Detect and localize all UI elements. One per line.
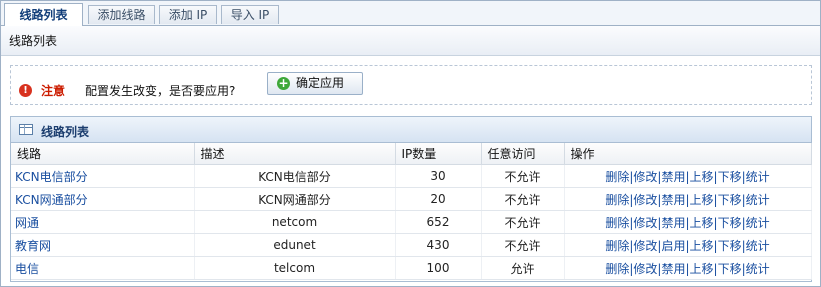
- description-cell: KCN网通部分: [194, 187, 396, 211]
- delete-link[interactable]: 删除: [605, 193, 629, 207]
- description-cell: edunet: [194, 233, 396, 257]
- panel-header: 线路列表: [11, 117, 811, 143]
- toggle-link[interactable]: 禁用: [661, 216, 685, 230]
- toggle-link[interactable]: 禁用: [661, 193, 685, 207]
- move-down-link[interactable]: 下移: [718, 170, 742, 184]
- description-cell: KCN电信部分: [194, 164, 396, 188]
- line-name-cell: KCN电信部分: [11, 164, 195, 188]
- table-row: 电信 telcom 100 允许 删除|修改|禁用|上移|下移|统计: [11, 256, 812, 280]
- tab-import-ip[interactable]: 导入 IP: [221, 5, 279, 24]
- any-access-cell: 不允许: [481, 233, 565, 257]
- page-title: 线路列表: [1, 26, 820, 56]
- table-row: KCN网通部分 KCN网通部分 20 不允许 删除|修改|禁用|上移|下移|统计: [11, 187, 812, 211]
- line-name-link[interactable]: 网通: [15, 216, 39, 230]
- table-header-row: 线路 描述 IP数量 任意访问 操作: [11, 143, 812, 165]
- move-up-link[interactable]: 上移: [690, 216, 714, 230]
- move-down-link[interactable]: 下移: [718, 216, 742, 230]
- move-up-link[interactable]: 上移: [690, 193, 714, 207]
- content-frame: 线路列表 添加线路 添加 IP 导入 IP 线路列表 ! 注意 配置发生改变，是…: [0, 0, 821, 287]
- move-up-link[interactable]: 上移: [690, 262, 714, 276]
- edit-link[interactable]: 修改: [633, 216, 657, 230]
- line-name-cell: 教育网: [11, 233, 195, 257]
- ip-count-cell: 430: [395, 233, 482, 257]
- config-change-notice: ! 注意 配置发生改变，是否要应用? + 确定应用: [10, 65, 812, 105]
- stats-link[interactable]: 统计: [746, 216, 770, 230]
- ip-count-cell: 30: [395, 164, 482, 188]
- apply-config-button[interactable]: + 确定应用: [267, 72, 363, 95]
- toggle-link[interactable]: 启用: [661, 239, 685, 253]
- edit-link[interactable]: 修改: [633, 239, 657, 253]
- toggle-link[interactable]: 禁用: [661, 262, 685, 276]
- line-name-link[interactable]: 教育网: [15, 239, 51, 253]
- ip-count-cell: 20: [395, 187, 482, 211]
- line-table: 线路 描述 IP数量 任意访问 操作 KCN电信部分 KCN电信部分 30 不允许 删除…: [11, 143, 812, 280]
- table-row: 教育网 edunet 430 不允许 删除|修改|启用|上移|下移|统计: [11, 233, 812, 257]
- column-header-line: 线路: [11, 143, 195, 165]
- column-header-ip-count: IP数量: [395, 143, 482, 165]
- edit-link[interactable]: 修改: [633, 262, 657, 276]
- line-list-panel: 线路列表 线路 描述 IP数量 任意访问 操作 KCN电信部分 KCN电信部分 30…: [10, 116, 812, 282]
- stats-link[interactable]: 统计: [746, 262, 770, 276]
- actions-cell: 删除|修改|禁用|上移|下移|统计: [564, 256, 812, 280]
- actions-cell: 删除|修改|禁用|上移|下移|统计: [564, 187, 812, 211]
- table-row: 网通 netcom 652 不允许 删除|修改|禁用|上移|下移|统计: [11, 210, 812, 234]
- description-cell: telcom: [194, 256, 396, 280]
- apply-button-label: 确定应用: [296, 76, 345, 90]
- actions-cell: 删除|修改|禁用|上移|下移|统计: [564, 210, 812, 234]
- ip-count-cell: 100: [395, 256, 482, 280]
- notice-label: 注意: [41, 84, 66, 98]
- tab-add-line[interactable]: 添加线路: [88, 5, 155, 24]
- actions-cell: 删除|修改|禁用|上移|下移|统计: [564, 164, 812, 188]
- move-down-link[interactable]: 下移: [718, 239, 742, 253]
- tab-line-list[interactable]: 线路列表: [4, 3, 83, 26]
- plus-icon: +: [277, 76, 290, 90]
- any-access-cell: 不允许: [481, 187, 565, 211]
- any-access-cell: 不允许: [481, 164, 565, 188]
- any-access-cell: 允许: [481, 256, 565, 280]
- line-name-link[interactable]: KCN网通部分: [15, 193, 88, 207]
- column-header-description: 描述: [194, 143, 396, 165]
- move-up-link[interactable]: 上移: [690, 239, 714, 253]
- delete-link[interactable]: 删除: [605, 216, 629, 230]
- stats-link[interactable]: 统计: [746, 193, 770, 207]
- delete-link[interactable]: 删除: [605, 239, 629, 253]
- delete-link[interactable]: 删除: [605, 262, 629, 276]
- panel-title: 线路列表: [41, 125, 90, 139]
- edit-link[interactable]: 修改: [633, 193, 657, 207]
- stats-link[interactable]: 统计: [746, 170, 770, 184]
- line-name-link[interactable]: 电信: [15, 262, 39, 276]
- notice-message: 配置发生改变，是否要应用?: [85, 84, 236, 98]
- any-access-cell: 不允许: [481, 210, 565, 234]
- line-name-cell: 网通: [11, 210, 195, 234]
- warning-icon: !: [19, 84, 32, 97]
- table-row: KCN电信部分 KCN电信部分 30 不允许 删除|修改|禁用|上移|下移|统计: [11, 164, 812, 188]
- tab-add-ip[interactable]: 添加 IP: [159, 5, 217, 24]
- description-cell: netcom: [194, 210, 396, 234]
- toggle-link[interactable]: 禁用: [661, 170, 685, 184]
- tab-bar: 线路列表 添加线路 添加 IP 导入 IP: [1, 1, 820, 26]
- move-down-link[interactable]: 下移: [718, 262, 742, 276]
- line-name-link[interactable]: KCN电信部分: [15, 170, 88, 184]
- column-header-any-access: 任意访问: [481, 143, 565, 165]
- line-name-cell: KCN网通部分: [11, 187, 195, 211]
- table-icon: [19, 124, 33, 135]
- stats-link[interactable]: 统计: [746, 239, 770, 253]
- delete-link[interactable]: 删除: [605, 170, 629, 184]
- edit-link[interactable]: 修改: [633, 170, 657, 184]
- column-header-actions: 操作: [564, 143, 812, 165]
- move-up-link[interactable]: 上移: [690, 170, 714, 184]
- actions-cell: 删除|修改|启用|上移|下移|统计: [564, 233, 812, 257]
- ip-count-cell: 652: [395, 210, 482, 234]
- move-down-link[interactable]: 下移: [718, 193, 742, 207]
- line-name-cell: 电信: [11, 256, 195, 280]
